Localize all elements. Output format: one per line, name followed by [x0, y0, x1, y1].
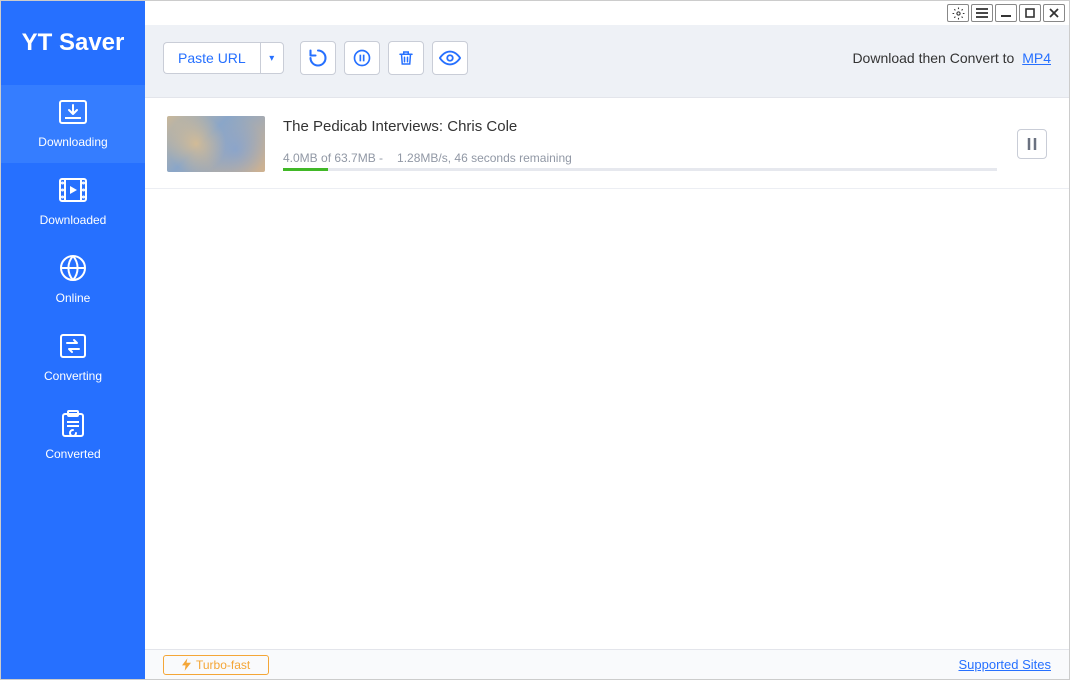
trash-icon: [397, 48, 415, 68]
video-thumbnail: [167, 116, 265, 172]
globe-icon: [56, 253, 90, 283]
main-area: Paste URL ▾ Download then Convert to MP4: [145, 1, 1069, 679]
supported-sites-link[interactable]: Supported Sites: [958, 657, 1051, 672]
sidebar-item-downloading[interactable]: Downloading: [1, 85, 145, 163]
footer: Turbo-fast Supported Sites: [145, 649, 1069, 679]
sidebar-item-label: Converting: [44, 369, 102, 383]
resume-all-button[interactable]: [300, 41, 336, 75]
convert-icon: [56, 331, 90, 361]
pause-download-button[interactable]: [1017, 129, 1047, 159]
gear-icon: [952, 7, 965, 20]
download-item: The Pedicab Interviews: Chris Cole 4.0MB…: [145, 98, 1069, 189]
sidebar-item-online[interactable]: Online: [1, 241, 145, 319]
download-size-text: 4.0MB of 63.7MB -: [283, 151, 383, 165]
minimize-icon: [1001, 8, 1011, 18]
menu-button[interactable]: [971, 4, 993, 22]
preview-button[interactable]: [432, 41, 468, 75]
close-button[interactable]: [1043, 4, 1065, 22]
sidebar-item-label: Downloaded: [40, 213, 107, 227]
sidebar-item-label: Online: [56, 291, 91, 305]
toolbar: Paste URL ▾ Download then Convert to MP4: [145, 25, 1069, 98]
video-file-icon: [56, 175, 90, 205]
app-brand: YT Saver: [1, 1, 145, 85]
download-info: The Pedicab Interviews: Chris Cole 4.0MB…: [283, 118, 997, 171]
sidebar-item-downloaded[interactable]: Downloaded: [1, 163, 145, 241]
hamburger-icon: [976, 8, 988, 18]
maximize-icon: [1025, 8, 1035, 18]
close-icon: [1049, 8, 1059, 18]
minimize-button[interactable]: [995, 4, 1017, 22]
progress-bar: [283, 168, 997, 171]
settings-button[interactable]: [947, 4, 969, 22]
refresh-icon: [308, 48, 328, 68]
eye-icon: [439, 50, 461, 66]
turbo-label: Turbo-fast: [196, 658, 250, 672]
download-icon: [56, 97, 90, 127]
delete-button[interactable]: [388, 41, 424, 75]
maximize-button[interactable]: [1019, 4, 1041, 22]
sidebar-item-label: Converted: [45, 447, 100, 461]
sidebar-item-label: Downloading: [38, 135, 107, 149]
download-list: The Pedicab Interviews: Chris Cole 4.0MB…: [145, 98, 1069, 649]
pause-icon: [1026, 137, 1038, 151]
download-stats: 4.0MB of 63.7MB - 1.28MB/s, 46 seconds re…: [283, 151, 997, 165]
download-then-text: Download then Convert to: [852, 50, 1014, 66]
pause-all-button[interactable]: [344, 41, 380, 75]
pause-circle-icon: [352, 48, 372, 68]
lightning-icon: [182, 658, 191, 671]
chevron-down-icon: ▾: [269, 53, 274, 64]
sidebar-item-converting[interactable]: Converting: [1, 319, 145, 397]
turbo-fast-button[interactable]: Turbo-fast: [163, 655, 269, 675]
convert-label-area: Download then Convert to MP4: [852, 50, 1051, 66]
paste-url-dropdown[interactable]: ▾: [260, 42, 284, 74]
download-title: The Pedicab Interviews: Chris Cole: [283, 118, 997, 135]
sidebar: YT Saver Downloading Downloaded Online C…: [1, 1, 145, 679]
window-titlebar: [145, 1, 1069, 25]
paste-url-button[interactable]: Paste URL: [163, 42, 260, 74]
download-speed-text: 1.28MB/s, 46 seconds remaining: [397, 151, 572, 165]
format-link[interactable]: MP4: [1022, 50, 1051, 66]
progress-fill: [283, 168, 328, 171]
clipboard-icon: [56, 409, 90, 439]
sidebar-item-converted[interactable]: Converted: [1, 397, 145, 475]
